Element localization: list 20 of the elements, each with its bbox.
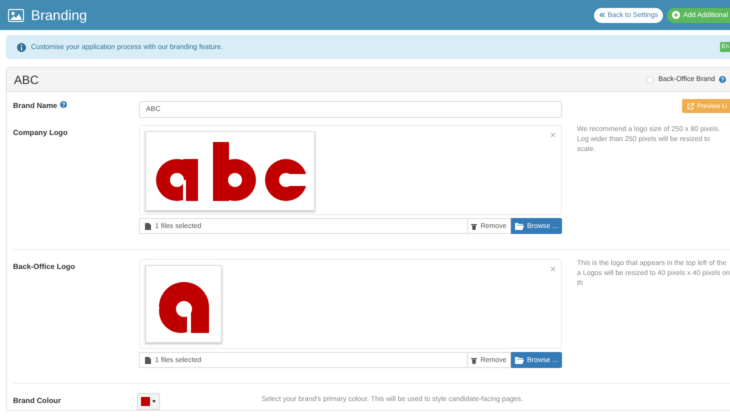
external-link-icon	[687, 102, 694, 110]
folder-icon	[514, 222, 524, 230]
image-icon	[8, 8, 24, 22]
info-icon	[17, 42, 26, 52]
page-title: Branding	[31, 7, 88, 23]
folder-icon	[514, 356, 524, 364]
trash-icon	[471, 222, 478, 230]
radio-button[interactable]	[646, 76, 654, 84]
file-icon	[145, 222, 151, 230]
help-icon	[719, 76, 726, 83]
colour-picker[interactable]	[137, 393, 160, 410]
trash-icon	[471, 356, 478, 364]
close-icon	[550, 266, 556, 272]
file-icon	[145, 356, 151, 364]
chevron-left-icon	[598, 12, 605, 18]
panel-title: ABC	[14, 72, 39, 86]
close-icon	[550, 132, 556, 138]
caret-icon	[152, 400, 156, 403]
plus-circle-icon	[672, 11, 680, 19]
help-icon	[60, 101, 68, 108]
